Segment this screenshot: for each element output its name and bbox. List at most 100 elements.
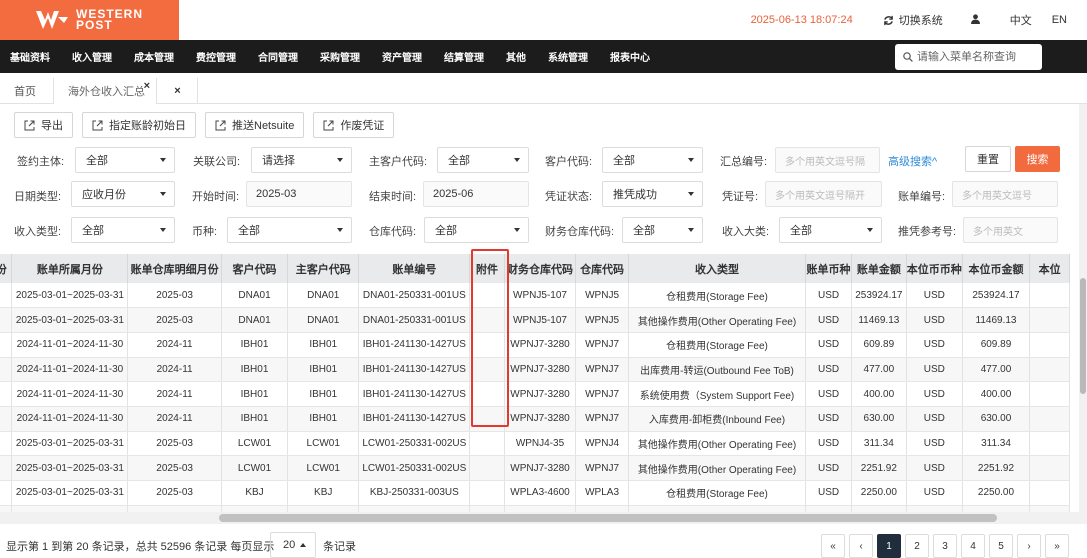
horizontal-scroll-thumb[interactable]	[219, 514, 997, 522]
table-row[interactable]: 2025-03-01~2025-03-31 2025-03 LCW01 LCW01 LC…	[0, 455, 1070, 481]
fin-warehouse-value: 全部	[633, 225, 655, 237]
export-button[interactable]: 导出	[14, 112, 73, 138]
vertical-scrollbar[interactable]	[1079, 104, 1087, 524]
cell-bill-currency	[805, 505, 852, 512]
nav-item-other[interactable]: 其他	[506, 49, 526, 64]
col-header-partial-col[interactable]: 份	[0, 254, 13, 283]
nav-item-contract[interactable]: 合同管理	[258, 49, 298, 64]
menu-search-box[interactable]	[895, 44, 1042, 70]
start-time-input[interactable]: 2025-03	[246, 181, 352, 207]
income-type-value: 全部	[82, 225, 104, 237]
col-header-attachment[interactable]: 附件	[469, 254, 505, 283]
cell-bill-no	[358, 505, 471, 512]
nav-item-settlement[interactable]: 结算管理	[444, 49, 484, 64]
fin-warehouse-select[interactable]: 全部	[622, 217, 703, 243]
table-row[interactable]: 2024-11-01~2024-11-30 2024-11 IBH01 IBH01 IB…	[0, 381, 1070, 407]
end-time-label: 结束时间:	[369, 191, 417, 203]
brand-logo[interactable]: WESTERN POST	[0, 0, 179, 40]
col-header-fin-warehouse-code[interactable]: 财务仓库代码	[504, 254, 577, 283]
voucher-no-input[interactable]: 多个用英文逗号隔开	[765, 181, 882, 207]
tab-overseas-income-summary[interactable]: 海外仓收入汇总 ×	[54, 78, 157, 104]
pager-page-4-button[interactable]: 4	[961, 534, 985, 558]
lang-en-button[interactable]: EN	[1052, 14, 1067, 26]
col-header-income-type[interactable]: 收入类型	[628, 254, 807, 283]
horizontal-scrollbar[interactable]	[0, 512, 1079, 524]
cell-base-partial	[1029, 505, 1070, 512]
table-row[interactable]: 2025-03-01~2025-03-31 2025-03 DNA01 DNA01 DN…	[0, 307, 1070, 333]
void-voucher-button[interactable]: 作废凭证	[313, 112, 395, 138]
currency-select[interactable]: 全部	[227, 217, 352, 243]
end-time-input[interactable]: 2025-06	[423, 181, 529, 207]
pager-next-page-button[interactable]: ›	[1017, 534, 1041, 558]
nav-item-asset[interactable]: 资产管理	[382, 49, 422, 64]
pager-prev-page-button[interactable]: ‹	[849, 534, 873, 558]
col-header-bill-currency[interactable]: 账单币种	[805, 254, 852, 283]
user-icon[interactable]	[970, 13, 980, 27]
summary-no-input[interactable]: 多个用英文逗号隔	[775, 147, 880, 173]
pager-page-5-button[interactable]: 5	[989, 534, 1013, 558]
nav-item-basic-data[interactable]: 基础资料	[10, 49, 50, 64]
set-aging-date-button[interactable]: 指定账龄初始日	[82, 112, 196, 138]
col-header-base-amount[interactable]: 本位币金额	[962, 254, 1031, 283]
table-row[interactable]: 2024-11-01~2024-11-30 2024-11 IBH01 IBH01 IB…	[0, 357, 1070, 383]
col-header-base-partial[interactable]: 本位	[1029, 254, 1070, 283]
search-button[interactable]: 搜索	[1015, 146, 1060, 172]
col-header-bill-month[interactable]: 账单所属月份	[11, 254, 129, 283]
col-header-bill-amount[interactable]: 账单金额	[851, 254, 907, 283]
col-header-customer-code[interactable]: 客户代码	[221, 254, 289, 283]
push-netsuite-button[interactable]: 推送Netsuite	[205, 112, 305, 138]
col-header-main-customer-code[interactable]: 主客户代码	[287, 254, 360, 283]
date-type-select[interactable]: 应收月份	[71, 181, 175, 207]
signing-entity-select[interactable]: 全部	[75, 147, 175, 173]
tab-close-icon[interactable]: ×	[144, 80, 150, 92]
income-type-select[interactable]: 全部	[71, 217, 175, 243]
nav-item-reports[interactable]: 报表中心	[610, 49, 650, 64]
reset-button[interactable]: 重置	[965, 146, 1011, 172]
pager-page-1-button[interactable]: 1	[877, 534, 901, 558]
cell-bill-currency: USD	[805, 357, 852, 383]
warehouse-code-select[interactable]: 全部	[424, 217, 529, 243]
main-customer-select[interactable]: 全部	[437, 147, 529, 173]
cell-main-customer-code: KBJ	[287, 480, 360, 506]
col-header-warehouse-detail-month[interactable]: 账单仓库明细月份	[127, 254, 222, 283]
cell-warehouse-code: WPNJ7	[575, 406, 629, 432]
vertical-scroll-thumb[interactable]	[1080, 278, 1086, 394]
col-header-bill-no[interactable]: 账单编号	[358, 254, 471, 283]
tab-home[interactable]: 首页	[0, 78, 54, 104]
related-company-select[interactable]: 请选择	[251, 147, 352, 173]
refresh-icon	[883, 15, 893, 25]
table-row[interactable]: 2024-11-01~2024-11-30 2024-11 IBH01 IBH01 IB…	[0, 332, 1070, 358]
cell-attachment	[469, 406, 505, 432]
advanced-search-link[interactable]: 高级搜索^	[888, 153, 937, 169]
income-category-select[interactable]: 全部	[779, 217, 882, 243]
lang-zh-button[interactable]: 中文	[1010, 12, 1032, 28]
pager-last-page-button[interactable]: »	[1045, 534, 1069, 558]
table-row[interactable]: 2025-03-01~2025-03-31 2025-03 DNA01 DNA01 DN…	[0, 283, 1070, 309]
pager-page-3-button[interactable]: 3	[933, 534, 957, 558]
switch-system-button[interactable]: 切换系统	[883, 12, 943, 28]
col-header-base-currency[interactable]: 本位币币种	[906, 254, 963, 283]
cell-base-currency: USD	[906, 332, 963, 358]
nav-item-purchase[interactable]: 采购管理	[320, 49, 360, 64]
warehouse-code-value: 全部	[435, 225, 457, 237]
nav-item-income[interactable]: 收入管理	[72, 49, 112, 64]
customer-code-select[interactable]: 全部	[602, 147, 703, 173]
cell-base-amount: 2251.92	[962, 455, 1031, 481]
push-ref-input[interactable]: 多个用英文	[963, 217, 1058, 243]
menu-search-input[interactable]	[917, 51, 1035, 63]
close-all-tabs-button[interactable]: ×	[158, 78, 198, 104]
cell-fin-warehouse-code: WPNJ7-3280	[504, 455, 577, 481]
table-row[interactable]: 2025-03-01~2025-03-31 2025-03 LCW01 LCW01 LC…	[0, 431, 1070, 457]
page-size-select[interactable]: 20	[270, 532, 316, 558]
bill-no-input[interactable]: 多个用英文逗号	[952, 181, 1058, 207]
nav-item-system[interactable]: 系统管理	[548, 49, 588, 64]
table-row[interactable]: 2024-11-01~2024-11-30 2024-11 IBH01 IBH01 IB…	[0, 406, 1070, 432]
table-row[interactable]	[0, 505, 1070, 512]
table-row[interactable]: 2025-03-01~2025-03-31 2025-03 KBJ KBJ KBJ-25…	[0, 480, 1070, 506]
col-header-warehouse-code[interactable]: 仓库代码	[575, 254, 629, 283]
nav-item-expense[interactable]: 费控管理	[196, 49, 236, 64]
pager-page-2-button[interactable]: 2	[905, 534, 929, 558]
pager-first-page-button[interactable]: «	[821, 534, 845, 558]
voucher-status-select[interactable]: 推凭成功	[602, 181, 703, 207]
nav-item-cost[interactable]: 成本管理	[134, 49, 174, 64]
